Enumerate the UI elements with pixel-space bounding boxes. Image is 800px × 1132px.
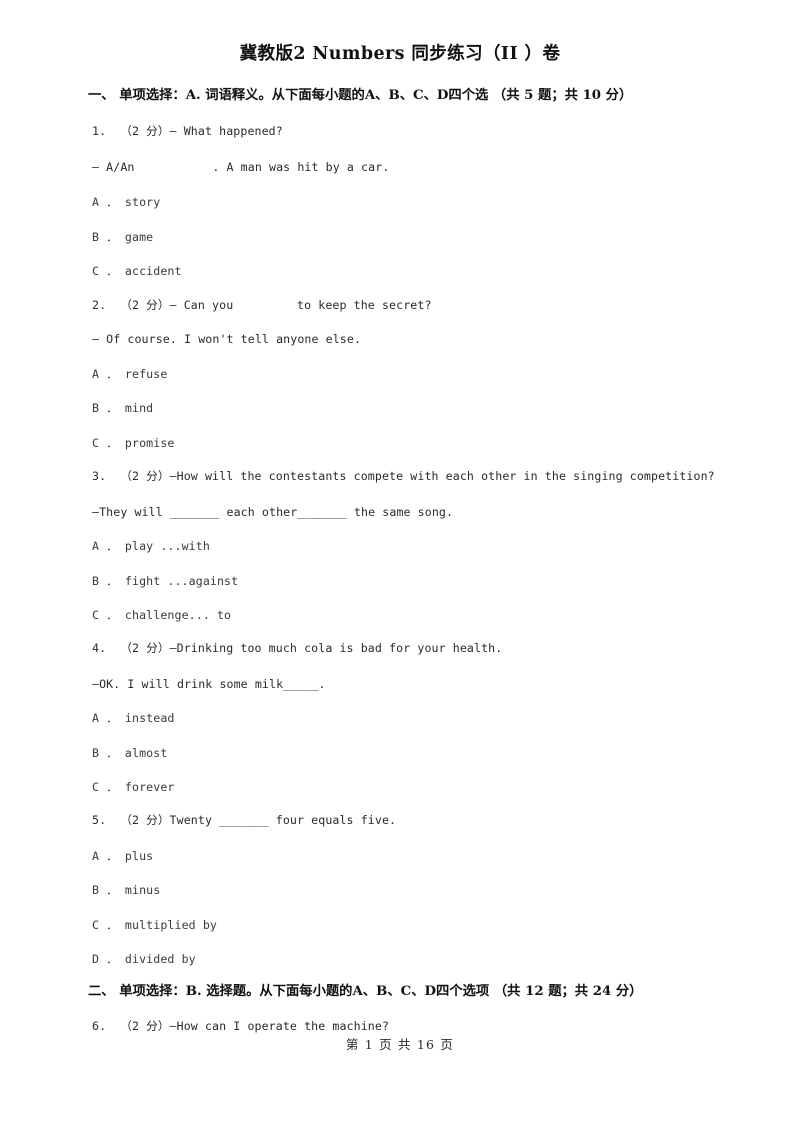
answer-option: C ． multiplied by (92, 918, 217, 932)
answer-option: B ． fight ...against (92, 574, 239, 588)
answer-option: A ． refuse (92, 367, 168, 381)
question-line: 1. （2 分）— What happened? (92, 124, 283, 138)
question-line: 3. （2 分）—How will the contestants compet… (92, 469, 715, 483)
answer-option: A ． story (92, 195, 161, 209)
question-line: 5. （2 分）Twenty _______ four equals five. (92, 813, 397, 827)
answer-option: B ． minus (92, 883, 161, 897)
answer-option: A ． play ...with (92, 539, 210, 553)
answer-option: C ． accident (92, 264, 182, 278)
answer-option: C ． challenge... to (92, 608, 232, 622)
answer-option: C ． forever (92, 780, 175, 794)
question-line: —OK. I will drink some milk_____. (92, 677, 326, 691)
answer-option: A ． plus (92, 849, 154, 863)
section-heading: 二、 单项选择：B. 选择题。从下面每小题的A、B、C、D四个选项 （共 12 … (88, 984, 643, 999)
page-title: 冀教版2 Numbers 同步练习（II ）卷 (239, 44, 561, 64)
answer-option: D ． divided by (92, 952, 196, 966)
question-line: 2. （2 分）— Can you to keep the secret? (92, 298, 432, 312)
answer-option: C ． promise (92, 436, 175, 450)
section-heading: 一、 单项选择：A. 词语释义。从下面每小题的A、B、C、D四个选 （共 5 题… (88, 88, 633, 103)
exam-page: 冀教版2 Numbers 同步练习（II ）卷 一、 单项选择：A. 词语释义。… (0, 0, 800, 1132)
question-line: 4. （2 分）—Drinking too much cola is bad f… (92, 641, 503, 655)
answer-option: B ． game (92, 230, 154, 244)
question-line: — Of course. I won't tell anyone else. (92, 332, 362, 346)
page-footer: 第 1 页 共 16 页 (345, 1037, 455, 1052)
question-line: — A/An . A man was hit by a car. (92, 160, 390, 174)
answer-option: B ． almost (92, 746, 168, 760)
question-line: —They will _______ each other_______ the… (92, 505, 454, 519)
answer-option: A ． instead (92, 711, 175, 725)
question-line: 6. （2 分）—How can I operate the machine? (92, 1019, 390, 1033)
answer-option: B ． mind (92, 401, 154, 415)
